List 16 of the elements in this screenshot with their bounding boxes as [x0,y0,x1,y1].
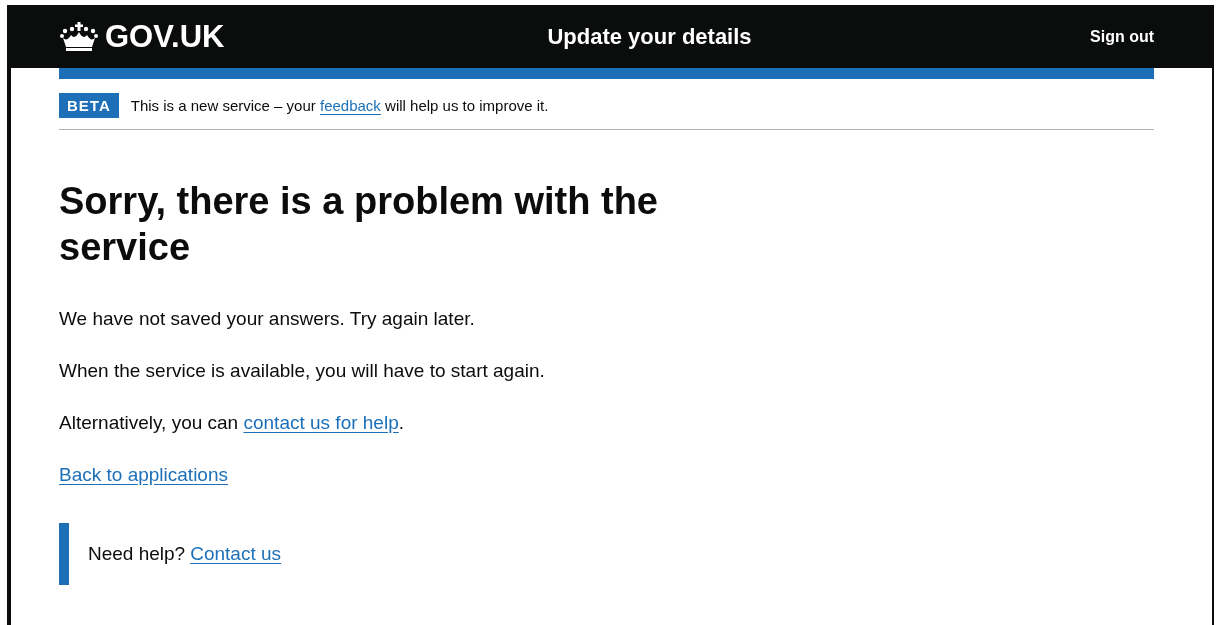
body-text: When the service is available, you will have to start again. [59,359,546,383]
inset-bar [59,523,69,585]
help-text: Need help? [88,543,186,565]
crown-icon [59,21,99,52]
service-name: Update your details [546,23,753,50]
feedback-link[interactable]: feedback [320,97,381,114]
page-heading: Sorry, there is a problem with the service [59,179,659,270]
back-link[interactable]: Back to applications [59,464,228,485]
body-text: Alternatively, you can contact us for help. [59,411,405,435]
sign-out-link[interactable]: Sign out [1090,27,1154,46]
contact-link[interactable]: contact us for help [243,412,399,433]
body-text: We have not saved your answers. Try again later. [59,307,476,331]
phase-banner-text: This is a new service – your feedback will help us to improve it. [130,97,549,114]
contact-us-link[interactable]: Contact us [190,543,282,565]
beta-tag: BETA [59,93,119,118]
govuk-logo-link[interactable]: GOV.UK [59,18,359,55]
